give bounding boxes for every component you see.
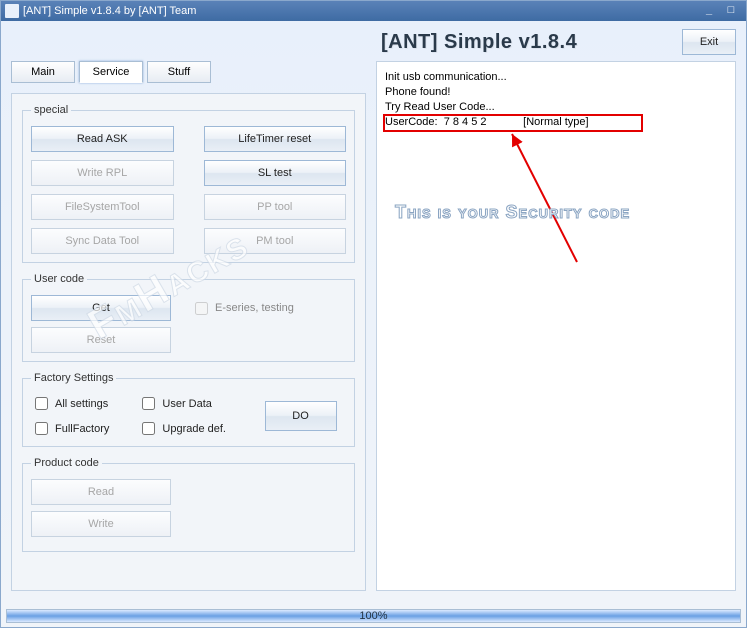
productcode-group: Product code Read Write <box>22 457 355 552</box>
close-button[interactable]: □ <box>720 4 742 18</box>
exit-button[interactable]: Exit <box>682 29 736 55</box>
usercode-legend: User code <box>31 273 87 285</box>
pp-tool-button: PP tool <box>204 194 347 220</box>
read-ask-button[interactable]: Read ASK <box>31 126 174 152</box>
do-button[interactable]: DO <box>265 401 337 431</box>
tab-service[interactable]: Service <box>79 61 143 83</box>
log-panel: Init usb communication... Phone found! T… <box>376 61 736 591</box>
special-legend: special <box>31 104 71 116</box>
progress-bar: 100% <box>6 609 741 623</box>
write-rpl-button: Write RPL <box>31 160 174 186</box>
tab-stuff[interactable]: Stuff <box>147 61 211 83</box>
log-line: Try Read User Code... <box>385 100 727 115</box>
write-product-button: Write <box>31 511 171 537</box>
tab-main[interactable]: Main <box>11 61 75 83</box>
app-icon <box>5 4 19 18</box>
fullfactory-checkbox[interactable] <box>35 422 48 435</box>
factory-legend: Factory Settings <box>31 372 116 384</box>
titlebar: [ANT] Simple v1.8.4 by [ANT] Team _ □ <box>1 1 746 21</box>
productcode-legend: Product code <box>31 457 102 469</box>
sl-test-button[interactable]: SL test <box>204 160 347 186</box>
minimize-button[interactable]: _ <box>698 4 720 18</box>
upgrade-checkbox[interactable] <box>142 422 155 435</box>
allsettings-checkbox-label[interactable]: All settings <box>31 394 128 413</box>
special-group: special Read ASK LifeTimer reset Write R… <box>22 104 355 263</box>
highlight-box <box>383 114 643 132</box>
lifetimer-reset-button[interactable]: LifeTimer reset <box>204 126 347 152</box>
userdata-checkbox[interactable] <box>142 397 155 410</box>
reset-usercode-button: Reset <box>31 327 171 353</box>
log-line: Phone found! <box>385 85 727 100</box>
arrow-annotation-icon <box>507 132 587 272</box>
log-line: Init usb communication... <box>385 70 727 85</box>
window-title: [ANT] Simple v1.8.4 by [ANT] Team <box>23 5 698 17</box>
get-usercode-button[interactable]: Get <box>31 295 171 321</box>
app-title: [ANT] Simple v1.8.4 <box>381 31 577 54</box>
usercode-group: User code Get E-series, testing Reset <box>22 273 355 362</box>
filesystem-tool-button: FileSystemTool <box>31 194 174 220</box>
eseries-checkbox <box>195 302 208 315</box>
read-product-button: Read <box>31 479 171 505</box>
fullfactory-checkbox-label[interactable]: FullFactory <box>31 419 128 438</box>
progress-text: 100% <box>359 610 387 622</box>
eseries-checkbox-label[interactable]: E-series, testing <box>191 299 294 318</box>
sync-data-tool-button: Sync Data Tool <box>31 228 174 254</box>
allsettings-checkbox[interactable] <box>35 397 48 410</box>
userdata-checkbox-label[interactable]: User Data <box>138 394 245 413</box>
factory-group: Factory Settings All settings User Data … <box>22 372 355 447</box>
pm-tool-button: PM tool <box>204 228 347 254</box>
upgrade-checkbox-label[interactable]: Upgrade def. <box>138 419 245 438</box>
tab-bar: Main Service Stuff <box>11 61 366 83</box>
eseries-text: E-series, testing <box>215 302 294 314</box>
